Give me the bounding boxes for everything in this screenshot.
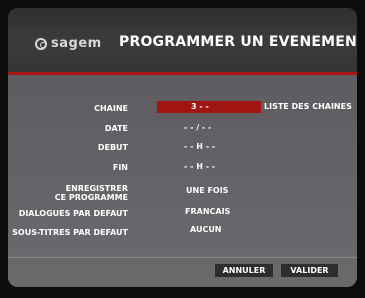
dialog-header: sagem PROGRAMMER UN EVENEMENT (8, 8, 357, 72)
fin-label: FIN (112, 163, 128, 172)
enregistrer-field[interactable]: UNE FOIS (186, 186, 228, 196)
chaine-field[interactable]: 3 - - (157, 101, 261, 113)
enregistrer-label-line1: ENREGISTRER (65, 184, 128, 193)
debut-field[interactable]: - - H - - (184, 142, 215, 152)
sous-titres-label: SOUS-TITRES PAR DEFAUT (12, 228, 128, 237)
dialogues-field[interactable]: FRANCAIS (185, 207, 230, 217)
chaine-label: CHAINE (94, 104, 128, 113)
dialog-panel: sagem PROGRAMMER UN EVENEMENT CHAINE 3 -… (8, 8, 357, 287)
logo-text: sagem (51, 36, 102, 51)
date-field[interactable]: - - / - - (184, 123, 211, 133)
tv-screen: sagem PROGRAMMER UN EVENEMENT CHAINE 3 -… (0, 0, 365, 298)
sagem-logo-icon (35, 37, 47, 50)
debut-label: DEBUT (97, 143, 128, 152)
date-label: DATE (104, 124, 128, 133)
page-title: PROGRAMMER UN EVENEMENT (119, 34, 357, 50)
enregistrer-label-line2: CE PROGRAMME (54, 193, 128, 202)
chaine-value: 3 - - (191, 102, 209, 111)
sous-titres-field[interactable]: AUCUN (190, 225, 222, 235)
annuler-button[interactable]: ANNULER (215, 264, 273, 277)
valider-button[interactable]: VALIDER (281, 264, 338, 277)
liste-des-chaines-link[interactable]: LISTE DES CHAINES (264, 102, 352, 112)
sagem-logo: sagem (35, 36, 102, 51)
dialogues-label: DIALOGUES PAR DEFAUT (18, 209, 128, 218)
fin-field[interactable]: - - H - - (184, 162, 215, 172)
